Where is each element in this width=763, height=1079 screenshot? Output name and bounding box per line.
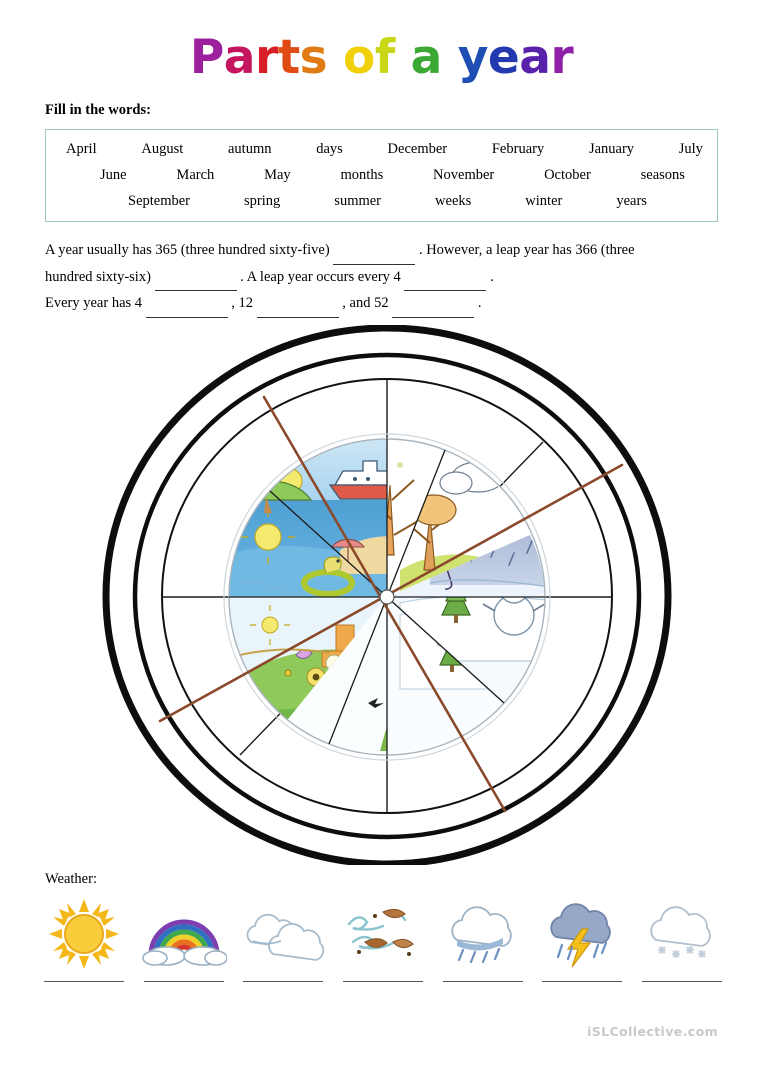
title-letter-8	[395, 34, 411, 81]
answer-blank-4[interactable]	[145, 291, 228, 318]
answer-blank-3[interactable]	[404, 265, 487, 291]
paragraph-line-1: A year usually has 365 (three hundred si…	[45, 238, 718, 265]
weather-answer-blank[interactable]	[243, 980, 324, 982]
weather-item-rainy	[437, 898, 529, 982]
title-letter-12: e	[487, 30, 520, 85]
word-bank-word[interactable]: October	[544, 162, 591, 188]
word-bank-row: June March May months November October seasons	[56, 162, 707, 188]
word-bank-word[interactable]: July	[679, 136, 703, 162]
weather-item-stormy	[536, 898, 628, 982]
answer-blank-2[interactable]	[154, 265, 237, 291]
weather-icon-row	[38, 898, 728, 998]
title-letter-9: a	[410, 30, 443, 85]
word-bank-word[interactable]: January	[589, 136, 634, 162]
word-bank-word[interactable]: seasons	[641, 162, 685, 188]
word-bank-word[interactable]: September	[128, 188, 190, 214]
word-bank-word[interactable]: years	[616, 188, 647, 214]
weather-answer-blank[interactable]	[143, 980, 224, 982]
weather-answer-blank[interactable]	[44, 980, 124, 982]
paragraph-text: .	[490, 268, 494, 285]
title-letter-10	[442, 34, 458, 81]
weather-item-rainbow	[138, 898, 230, 982]
weather-item-windy	[337, 898, 429, 982]
title-letter-13: a	[519, 30, 551, 85]
word-bank-word[interactable]: November	[433, 162, 494, 188]
title-letter-3: t	[277, 30, 300, 85]
word-bank-word[interactable]: summer	[334, 188, 381, 214]
wind-icon	[337, 898, 429, 970]
title-letter-7: f	[374, 30, 395, 85]
paragraph-text: , 12	[231, 295, 254, 311]
word-bank-row: April August autumn days December February Jan…	[56, 136, 707, 162]
weather-item-sunny	[38, 898, 130, 982]
word-bank-row: September spring summer weeks winter years	[56, 188, 707, 214]
word-bank-word[interactable]: months	[341, 162, 384, 188]
weather-answer-blank[interactable]	[342, 980, 423, 982]
paragraph-text: . However, a leap year has 366 (three	[418, 242, 635, 258]
paragraph-text: . A leap year occurs every 4	[240, 268, 401, 285]
word-bank-word[interactable]: May	[264, 162, 291, 188]
title-letter-5	[327, 34, 343, 81]
word-bank-word[interactable]: days	[316, 136, 343, 162]
word-bank-word[interactable]: February	[492, 136, 544, 162]
answer-blank-5[interactable]	[256, 291, 339, 318]
paragraph-line-2: hundred sixty-six) . A leap year occurs …	[45, 265, 718, 291]
page-title: Parts of a year	[0, 34, 763, 81]
word-bank-word[interactable]: March	[176, 162, 214, 188]
word-bank-word[interactable]: spring	[244, 188, 280, 214]
title-letter-2: r	[255, 30, 278, 85]
word-bank-word[interactable]: December	[388, 136, 448, 162]
title-letter-1: a	[223, 30, 256, 85]
weather-item-cloudy	[237, 898, 329, 982]
paragraph-text: .	[477, 295, 482, 311]
paragraph-text: A year usually has 365 (three hundred si…	[45, 242, 330, 258]
weather-label: Weather:	[45, 871, 97, 887]
sun-icon	[38, 898, 130, 970]
fill-in-instruction: Fill in the words:	[45, 102, 151, 118]
word-bank: April August autumn days December February Jan…	[45, 129, 718, 222]
answer-blank-1[interactable]	[333, 238, 416, 265]
weather-item-snowy	[636, 898, 728, 982]
word-bank-word[interactable]: winter	[525, 188, 562, 214]
cloud-icon	[237, 898, 329, 970]
word-bank-word[interactable]: weeks	[435, 188, 471, 214]
paragraph-text: , and 52	[342, 295, 389, 311]
weather-answer-blank[interactable]	[442, 980, 523, 982]
title-letter-6: o	[343, 30, 375, 85]
word-bank-word[interactable]: August	[141, 136, 183, 162]
weather-answer-blank[interactable]	[641, 980, 722, 982]
seasons-wheel-diagram	[100, 325, 675, 865]
title-letter-0: P	[189, 30, 224, 85]
weather-answer-blank[interactable]	[542, 980, 623, 982]
paragraph-text: Every year has 4	[45, 295, 143, 311]
rain-cloud-icon	[437, 898, 529, 970]
title-letter-11: y	[457, 30, 489, 85]
paragraph-text: hundred sixty-six)	[45, 268, 151, 285]
site-watermark: iSLCollective.com	[587, 1024, 718, 1039]
fill-in-paragraph: A year usually has 365 (three hundred si…	[45, 238, 718, 318]
title-letter-4: s	[299, 30, 328, 85]
paragraph-line-3: Every year has 4 , 12 , and 52 .	[45, 291, 718, 318]
title-letter-14: r	[550, 30, 574, 85]
snow-cloud-icon	[636, 898, 728, 970]
word-bank-word[interactable]: June	[100, 162, 127, 188]
answer-blank-6[interactable]	[392, 291, 475, 318]
word-bank-word[interactable]: autumn	[228, 136, 272, 162]
word-bank-word[interactable]: April	[66, 136, 97, 162]
rainbow-icon	[138, 898, 230, 970]
thunderstorm-icon	[536, 898, 628, 970]
